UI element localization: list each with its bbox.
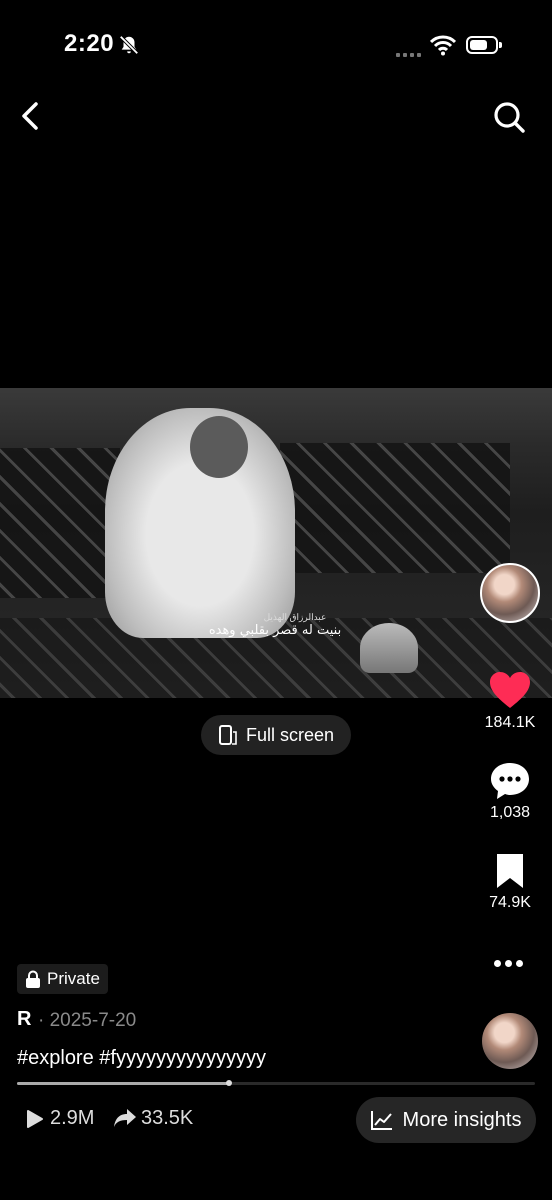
video-progress-fill (17, 1082, 229, 1085)
man-head (190, 416, 248, 478)
more-insights-label: More insights (402, 1108, 522, 1131)
cushion-left (0, 448, 120, 598)
video-subtitle-text: بنيت له قصر بقلبي وهده (208, 623, 342, 638)
save-count: 74.9K (489, 894, 531, 911)
wifi-icon (430, 35, 456, 56)
heart-icon[interactable] (488, 670, 532, 710)
tea-pot (360, 623, 418, 673)
share-count: 33.5K (141, 1107, 194, 1129)
play-icon (27, 1110, 43, 1128)
share-arrow-icon (114, 1109, 136, 1127)
privacy-label: Private (47, 969, 100, 988)
analytics-chart-icon (370, 1111, 392, 1130)
battery-icon (466, 36, 498, 54)
video-subtitle-name: عبدالرزاق الهذيل (263, 612, 327, 622)
bell-muted-icon (119, 35, 139, 55)
cellular-signal-icon (396, 44, 424, 62)
bookmark-icon[interactable] (494, 852, 526, 890)
author-name[interactable]: R (17, 1008, 31, 1031)
more-insights-button[interactable]: More insights (356, 1097, 536, 1143)
creator-avatar[interactable] (480, 563, 540, 623)
video-progress-handle[interactable] (226, 1080, 232, 1086)
lock-icon (26, 970, 40, 988)
like-count: 184.1K (484, 714, 536, 731)
comment-icon[interactable] (489, 760, 531, 802)
back-arrow-icon[interactable] (16, 98, 48, 134)
play-count: 2.9M (50, 1107, 95, 1129)
status-time: 2:20 (64, 30, 115, 57)
caption-hashtags[interactable]: #explore #fyyyyyyyyyyyyyyy (17, 1047, 266, 1070)
more-options-icon[interactable] (494, 954, 527, 972)
post-date: · 2025-7-20 (38, 1010, 137, 1031)
cushion-right (280, 443, 510, 573)
full-screen-button[interactable]: Full screen (201, 715, 351, 755)
privacy-badge: Private (17, 964, 108, 994)
sound-avatar[interactable] (482, 1013, 538, 1069)
search-icon[interactable] (490, 98, 528, 136)
video-player[interactable] (0, 388, 552, 698)
full-screen-label: Full screen (245, 724, 335, 745)
battery-cap (499, 42, 502, 48)
rotate-screen-icon (218, 725, 237, 745)
comment-count: 1,038 (489, 804, 531, 821)
